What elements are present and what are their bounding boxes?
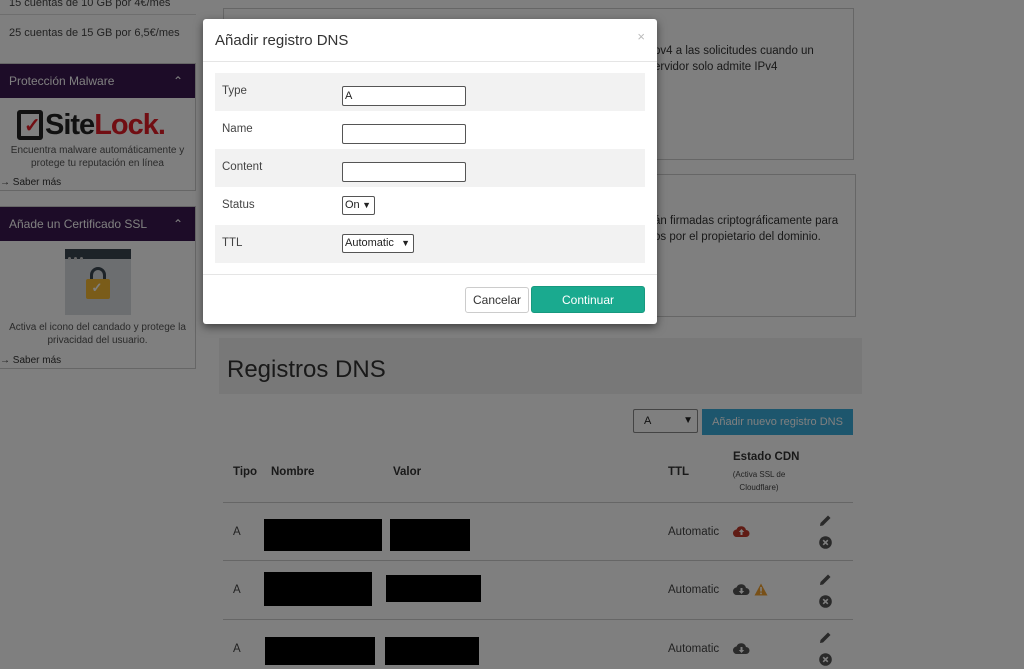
modal-title: Añadir registro DNS: [215, 32, 349, 49]
chevron-down-icon: ▼: [401, 238, 410, 248]
status-select[interactable]: On ▼: [342, 196, 375, 215]
modal-divider: [203, 61, 657, 62]
type-label: Type: [222, 85, 247, 97]
status-label: Status: [222, 199, 255, 211]
name-label: Name: [222, 123, 253, 135]
type-input[interactable]: A: [342, 86, 466, 106]
add-dns-record-modal: Añadir registro DNS × Type A Name Conten…: [203, 19, 657, 324]
form-row-status: Status On ▼: [215, 187, 645, 225]
close-icon[interactable]: ×: [637, 29, 645, 44]
ttl-select-value: Automatic: [345, 237, 394, 249]
form-row-ttl: TTL Automatic ▼: [215, 225, 645, 263]
name-input[interactable]: [342, 124, 466, 144]
ttl-label: TTL: [222, 237, 243, 249]
ttl-select[interactable]: Automatic ▼: [342, 234, 414, 253]
cancel-button[interactable]: Cancelar: [465, 287, 529, 313]
continue-button[interactable]: Continuar: [531, 286, 645, 313]
form-row-type: Type A: [215, 73, 645, 111]
form-row-name: Name: [215, 111, 645, 149]
status-select-value: On: [345, 199, 360, 211]
form-row-content: Content: [215, 149, 645, 187]
content-label: Content: [222, 161, 263, 173]
content-input[interactable]: [342, 162, 466, 182]
modal-divider: [203, 274, 657, 275]
chevron-down-icon: ▼: [362, 200, 371, 210]
